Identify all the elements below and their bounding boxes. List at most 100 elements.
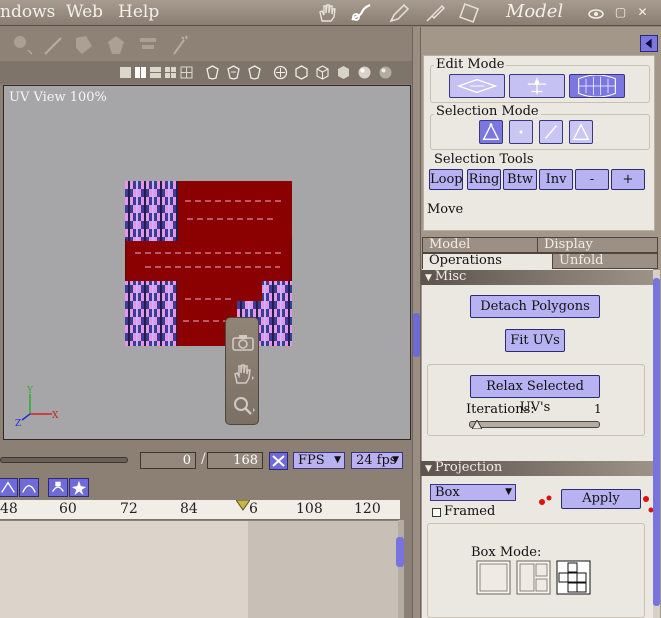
selection-tools-title: Selection Tools [434,152,534,167]
ruler-tick: 72 [120,501,138,517]
relax-uvs-button[interactable]: Relax Selected UV's [470,375,600,415]
slider-handle-icon[interactable] [472,420,482,429]
uv-viewport[interactable]: UV View 100% Y X Z [3,85,411,440]
projection-header-label: Projection [434,460,503,475]
detach-polygons-button[interactable]: Detach Polygons [470,295,600,318]
rotate-tool-icon[interactable] [104,34,128,56]
invert-button[interactable]: Inv [539,169,573,190]
fps-mode-select[interactable]: FPS ▼ [293,452,345,469]
box-solid-icon[interactable] [336,65,351,80]
zoom-icon[interactable] [230,394,256,418]
timeline-ruler[interactable]: 48 60 72 84 6 108 120 [0,500,400,520]
brush-icon[interactable] [424,3,446,23]
shield-flat-icon[interactable] [247,65,262,80]
projection-type-select[interactable]: Box ▼ [430,484,516,501]
edit-mode-skeleton-icon[interactable] [509,74,565,98]
tab-display[interactable]: Display [537,237,658,253]
split-view-icon[interactable] [133,65,148,80]
viewport-tool-popup [225,317,259,425]
loop-button[interactable]: Loop [429,169,463,190]
properties-panel: Edit Mode Selection Mode Selection Tools… [421,27,661,618]
mode-title: Model [506,1,564,22]
projection-section-header[interactable]: ▼ Projection [421,461,653,476]
select-vertex-icon[interactable] [509,120,533,144]
restore-icon[interactable]: ▢ [614,6,627,19]
wand-tool-icon[interactable] [168,34,192,56]
keyframe-dot-icon [643,496,653,513]
select-polygon-icon[interactable] [569,120,593,144]
wireframe-icon[interactable] [294,65,309,80]
single-view-icon[interactable] [118,65,133,80]
pan-hand-icon[interactable] [230,362,256,386]
tab-model[interactable]: Model [422,237,538,253]
sphere-shaded-icon[interactable] [357,65,372,80]
uv-texture-map[interactable] [125,181,292,346]
menu-web[interactable]: Web [66,2,103,22]
align-tool-icon[interactable] [136,34,160,56]
shield-view-icon[interactable] [205,65,220,80]
fps-value-select[interactable]: 24 fps ▼ [351,452,403,469]
splitter-grip[interactable] [413,313,420,357]
shrink-selection-button[interactable]: - [575,169,609,190]
select-tool-icon[interactable] [10,34,34,56]
timeline-scrub-slider[interactable] [0,457,128,463]
ring-button[interactable]: Ring [467,169,501,190]
menu-windows[interactable]: ndows [0,2,55,22]
misc-section-header[interactable]: ▼ Misc [421,270,653,285]
sphere-textured-icon[interactable] [378,65,393,80]
keyframe-dot-icon [539,495,552,505]
grow-selection-button[interactable]: + [611,169,645,190]
select-edge-icon[interactable] [539,120,563,144]
tab-unfold[interactable]: Unfold [552,253,658,269]
key-add-icon[interactable] [48,478,68,497]
between-button[interactable]: Btw [503,169,537,190]
panel-splitter[interactable] [412,27,421,618]
track-scrollbar[interactable] [396,520,404,618]
tool-toolbar [0,27,412,61]
total-frames-field[interactable]: 168 [207,452,263,469]
collapse-panel-icon[interactable] [640,35,658,52]
select-face-icon[interactable] [479,120,503,144]
loop-toggle-icon[interactable] [269,452,288,470]
ruler-tick: 6 [249,501,258,517]
key-auto-icon[interactable] [69,478,89,497]
hand-icon[interactable] [316,3,338,23]
edit-mode-object-icon[interactable] [449,74,505,98]
timeline-tracks[interactable] [0,521,400,618]
shield-solid-icon[interactable] [226,65,241,80]
track-scroll-thumb[interactable] [396,537,404,567]
operations-scroll-thumb[interactable] [653,278,660,606]
ruler-tick: 84 [180,501,198,517]
ruler-tick: 120 [354,501,381,517]
menu-help[interactable]: Help [118,2,159,22]
quad-view-icon[interactable] [163,65,178,80]
camera-icon[interactable] [230,330,256,354]
iterations-slider[interactable] [469,420,600,429]
grid-view-icon[interactable] [179,65,194,80]
scale-tool-icon[interactable] [72,34,96,56]
key-prev-icon[interactable] [0,478,18,497]
fit-uvs-button[interactable]: Fit UVs [505,329,565,352]
box-mode-single-icon[interactable] [476,560,511,595]
current-frame-field[interactable]: 0 [140,452,196,469]
selection-mode-title: Selection Mode [434,104,541,119]
uv-icon[interactable] [458,3,480,23]
box-wire-icon[interactable] [315,65,330,80]
playhead-marker[interactable] [236,500,250,512]
collapse-triangle-icon: ▼ [425,464,432,474]
operations-scrollbar[interactable] [653,270,660,618]
edit-mode-uv-icon[interactable] [569,74,625,98]
box-mode-cross-icon[interactable] [556,560,591,595]
apply-projection-button[interactable]: Apply [561,489,641,509]
key-curve-icon[interactable] [19,478,39,497]
tab-operations[interactable]: Operations [422,253,553,269]
hsplit-view-icon[interactable] [148,65,163,80]
pen-tool-icon[interactable] [42,34,66,56]
box-mode-split-icon[interactable] [516,560,551,595]
paint-icon[interactable] [388,3,410,23]
move-view-icon[interactable] [273,65,288,80]
framed-checkbox[interactable] [432,508,441,517]
eye-icon[interactable] [587,4,605,24]
sculpt-icon[interactable] [350,3,372,23]
close-icon[interactable]: ✕ [636,6,649,19]
